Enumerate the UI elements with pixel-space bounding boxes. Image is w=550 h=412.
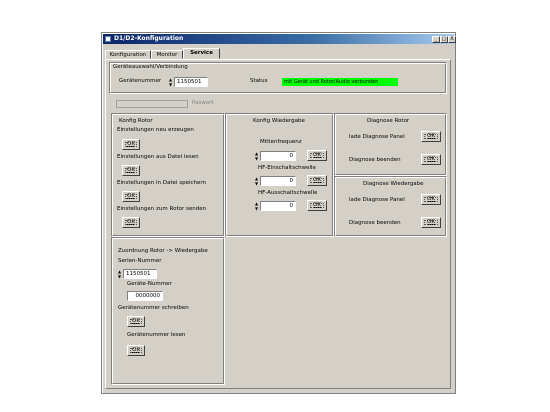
spin-down-icon: ▼ <box>254 156 259 161</box>
spin-down-icon: ▼ <box>117 274 122 279</box>
diagnose-rotor-end-label: Diagnose beenden <box>349 157 401 163</box>
serial-number-field[interactable]: 1150501 <box>123 269 157 279</box>
diagnose-wiedergabe-end-ok-button[interactable]: OK <box>421 217 441 228</box>
save-file-label: Einstellungen in Datei speichern <box>117 180 207 186</box>
spin-down-icon: ▼ <box>254 181 259 186</box>
window-title: D1/D2-Konfiguration <box>114 35 184 42</box>
zuordnung-title: Zuordnung Rotor -> Wiedergabe <box>118 248 208 254</box>
send-rotor-label: Einstellungen zum Rotor senden <box>117 206 207 212</box>
hf-off-threshold-ok-button[interactable]: OK <box>307 200 327 211</box>
password-label: Paswort <box>192 100 214 106</box>
diagnose-wiedergabe-load-ok-button[interactable]: OK <box>421 194 441 205</box>
device-selection-title: Geräteauswahl/Verbindung <box>113 64 188 70</box>
hf-on-threshold-label: HF-Einschaltschwelle <box>258 165 316 171</box>
minimize-button[interactable]: _ <box>432 36 440 43</box>
hf-on-threshold-ok-button[interactable]: OK <box>307 175 327 186</box>
write-device-number-label: Gerätenummer schreiben <box>118 305 189 311</box>
read-device-number-ok-button[interactable]: OK <box>127 345 145 356</box>
tab-service[interactable]: Service <box>183 48 220 59</box>
save-file-ok-button[interactable]: OK <box>122 191 140 202</box>
diagnose-wiedergabe-title: Diagnose Wiedergabe <box>363 181 424 187</box>
hf-off-threshold-label: HF-Ausschaltschwelle <box>258 190 318 196</box>
status-label: Status <box>250 78 268 84</box>
hf-off-threshold-spinner[interactable]: ▲ ▼ <box>254 201 259 211</box>
diagnose-rotor-load-label: lade Diagnose Panel <box>349 134 405 140</box>
title-bar[interactable]: D1/D2-Konfiguration _ □ X <box>103 34 456 44</box>
center-frequency-ok-button[interactable]: OK <box>307 150 327 161</box>
generate-settings-label: Einstellungen neu erzeugen <box>117 127 194 133</box>
status-indicator: mit Gerät und Rotor/Audio verbunden <box>282 78 398 86</box>
generate-settings-ok-button[interactable]: OK <box>122 139 140 150</box>
device-selection-group: Geräteauswahl/Verbindung Gerätenummer ▲ ▼… <box>109 62 447 94</box>
center-frequency-label: Mittenfrequenz <box>260 139 302 145</box>
read-file-ok-button[interactable]: OK <box>122 165 140 176</box>
konfig-wiedergabe-group: Konfig Wiedergabe Mittenfrequenz ▲ ▼ 0 OK… <box>225 113 334 237</box>
device-number-spinner[interactable]: ▲ ▼ <box>168 77 173 87</box>
konfig-wiedergabe-title: Konfig Wiedergabe <box>253 118 305 124</box>
config-window: D1/D2-Konfiguration _ □ X Konfiguration … <box>101 32 456 394</box>
konfig-rotor-title: Konfig Rotor <box>119 118 153 124</box>
center-frequency-spinner[interactable]: ▲ ▼ <box>254 151 259 161</box>
center-frequency-field[interactable]: 0 <box>260 151 296 161</box>
diagnose-rotor-title: Diagnose Rotor <box>367 118 410 124</box>
zuordnung-group: Zuordnung Rotor -> Wiedergabe Serien-Num… <box>111 237 225 385</box>
close-button[interactable]: X <box>448 36 456 43</box>
diagnose-wiedergabe-group: Diagnose Wiedergabe lade Diagnose Panel … <box>334 176 447 237</box>
device-number-label: Gerätenummer <box>119 78 162 84</box>
tab-konfiguration[interactable]: Konfiguration <box>105 50 151 59</box>
password-field[interactable] <box>116 100 188 108</box>
device-number-zu-field[interactable]: 0000000 <box>127 291 163 301</box>
diagnose-rotor-load-ok-button[interactable]: OK <box>421 131 441 142</box>
konfig-rotor-group: Konfig Rotor Einstellungen neu erzeugen … <box>111 113 225 237</box>
serial-number-spinner[interactable]: ▲ ▼ <box>117 269 122 279</box>
diagnose-rotor-end-ok-button[interactable]: OK <box>421 154 441 165</box>
write-device-number-ok-button[interactable]: OK <box>127 316 145 327</box>
send-rotor-ok-button[interactable]: OK <box>122 217 140 228</box>
hf-off-threshold-field[interactable]: 0 <box>260 201 296 211</box>
service-panel: Geräteauswahl/Verbindung Gerätenummer ▲ ▼… <box>105 59 451 389</box>
diagnose-rotor-group: Diagnose Rotor lade Diagnose Panel OK Di… <box>334 113 447 176</box>
maximize-button[interactable]: □ <box>440 36 448 43</box>
diagnose-wiedergabe-load-label: lade Diagnose Panel <box>349 197 405 203</box>
read-file-label: Einstellungen aus Datei lesen <box>117 154 199 160</box>
serial-number-label: Serien-Nummer <box>118 258 162 264</box>
spin-down-icon: ▼ <box>254 206 259 211</box>
tab-monitor[interactable]: Monitor <box>151 50 183 59</box>
hf-on-threshold-field[interactable]: 0 <box>260 176 296 186</box>
diagnose-wiedergabe-end-label: Diagnose beenden <box>349 220 401 226</box>
spin-down-icon: ▼ <box>168 82 173 87</box>
hf-on-threshold-spinner[interactable]: ▲ ▼ <box>254 176 259 186</box>
device-number-zu-label: Geräte-Nummer <box>127 281 172 287</box>
app-icon <box>105 36 111 42</box>
read-device-number-label: Gerätenummer lesen <box>127 332 186 338</box>
device-number-field[interactable]: 1150501 <box>174 77 208 87</box>
